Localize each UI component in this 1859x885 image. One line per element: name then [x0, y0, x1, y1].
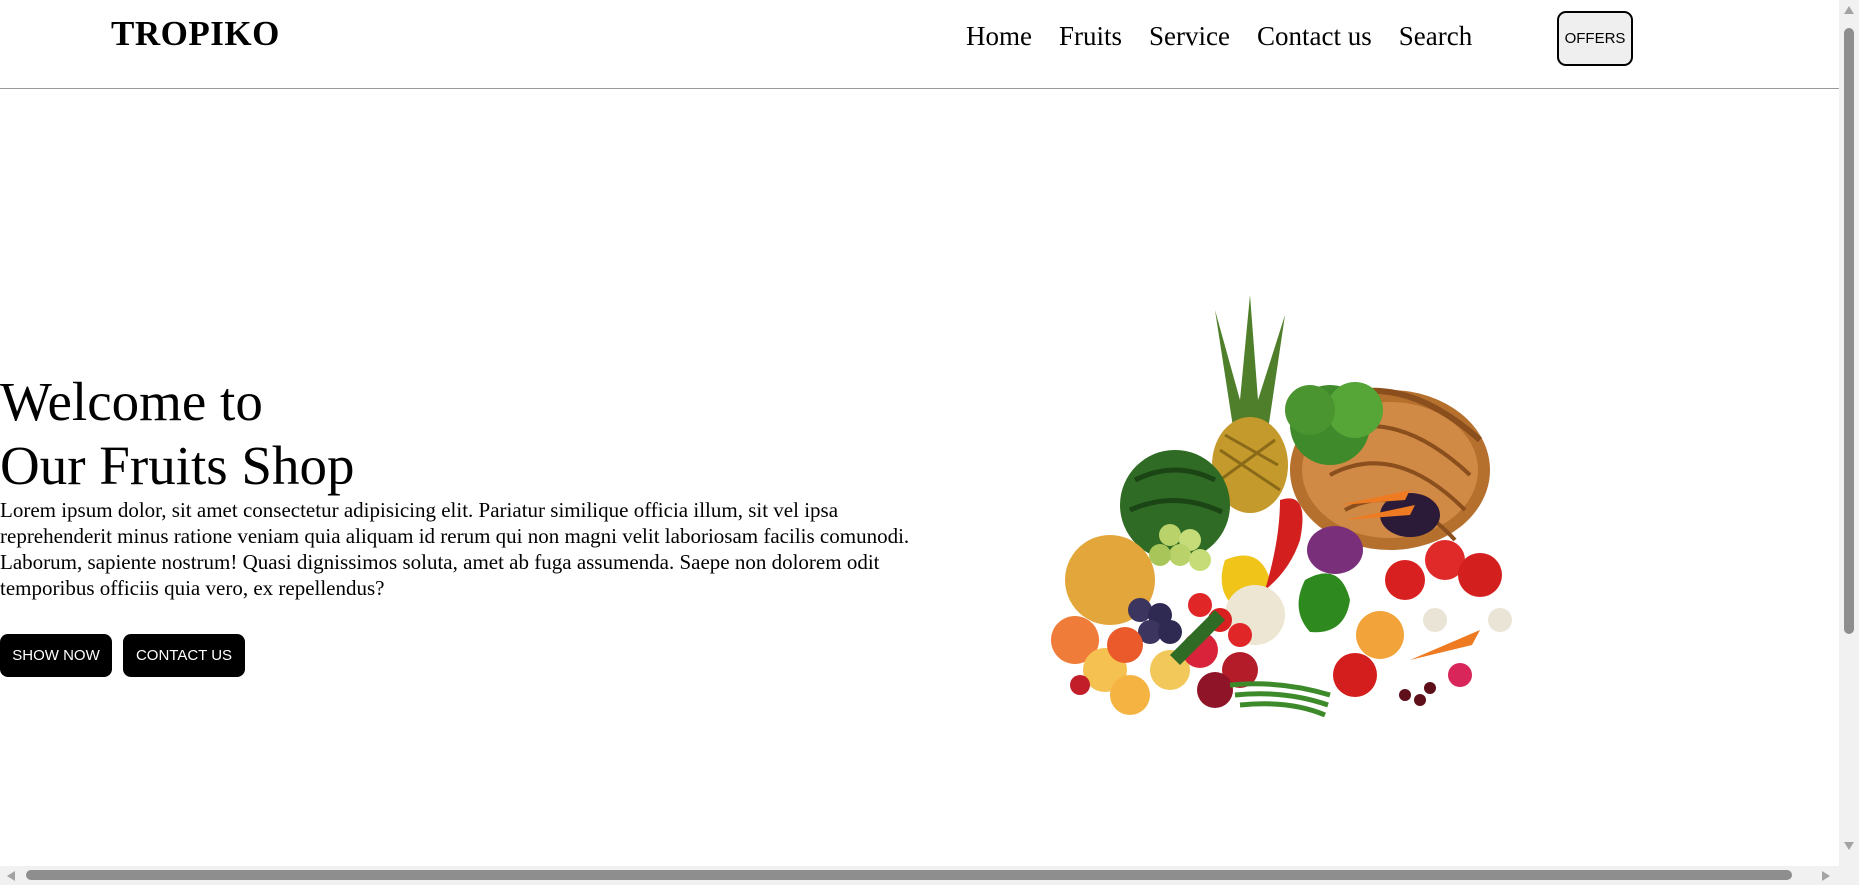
nav-link-service[interactable]: Service [1149, 18, 1230, 54]
site-header: TROPIKO Home Fruits Service Contact us S… [0, 0, 1839, 89]
nav-link-contact-us[interactable]: Contact us [1257, 18, 1372, 54]
site-logo[interactable]: TROPIKO [111, 14, 280, 54]
main-nav: Home Fruits Service Contact us Search [966, 18, 1472, 54]
hero-actions: SHOW NOW CONTACT US [0, 634, 245, 677]
scrollbar-corner [1839, 866, 1859, 885]
tomato-icon [1385, 560, 1425, 600]
green-pepper-icon [1298, 573, 1350, 633]
nav-link-fruits[interactable]: Fruits [1059, 18, 1122, 54]
contact-us-button[interactable]: CONTACT US [123, 634, 245, 677]
cabbage-icon [1307, 526, 1363, 574]
offers-button[interactable]: OFFERS [1557, 11, 1633, 66]
show-now-button[interactable]: SHOW NOW [0, 634, 112, 677]
scroll-right-arrow-icon[interactable] [1822, 871, 1830, 881]
nav-link-search[interactable]: Search [1399, 18, 1472, 54]
scroll-down-arrow-icon[interactable] [1844, 842, 1854, 850]
mushroom-icon [1423, 608, 1447, 632]
horizontal-scrollbar[interactable] [0, 866, 1839, 885]
page-viewport: TROPIKO Home Fruits Service Contact us S… [0, 0, 1839, 866]
scroll-up-arrow-icon[interactable] [1844, 6, 1854, 14]
green-beans-icon [1229, 681, 1331, 718]
hero-title: Welcome to Our Fruits Shop [0, 370, 355, 498]
nav-link-home[interactable]: Home [966, 18, 1032, 54]
hero-title-line-1: Welcome to [0, 371, 263, 432]
horizontal-scroll-thumb[interactable] [26, 870, 1792, 880]
vertical-scrollbar[interactable] [1839, 0, 1859, 866]
red-pepper-icon [1265, 498, 1303, 590]
scroll-left-arrow-icon[interactable] [7, 871, 15, 881]
hero-title-line-2: Our Fruits Shop [0, 435, 355, 496]
fruit-basket-icon [1051, 295, 1512, 718]
radish-icon [1448, 663, 1472, 687]
vertical-scroll-thumb[interactable] [1844, 28, 1854, 634]
hero-description: Lorem ipsum dolor, sit amet consectetur … [0, 498, 910, 600]
peach-icon [1356, 611, 1404, 659]
